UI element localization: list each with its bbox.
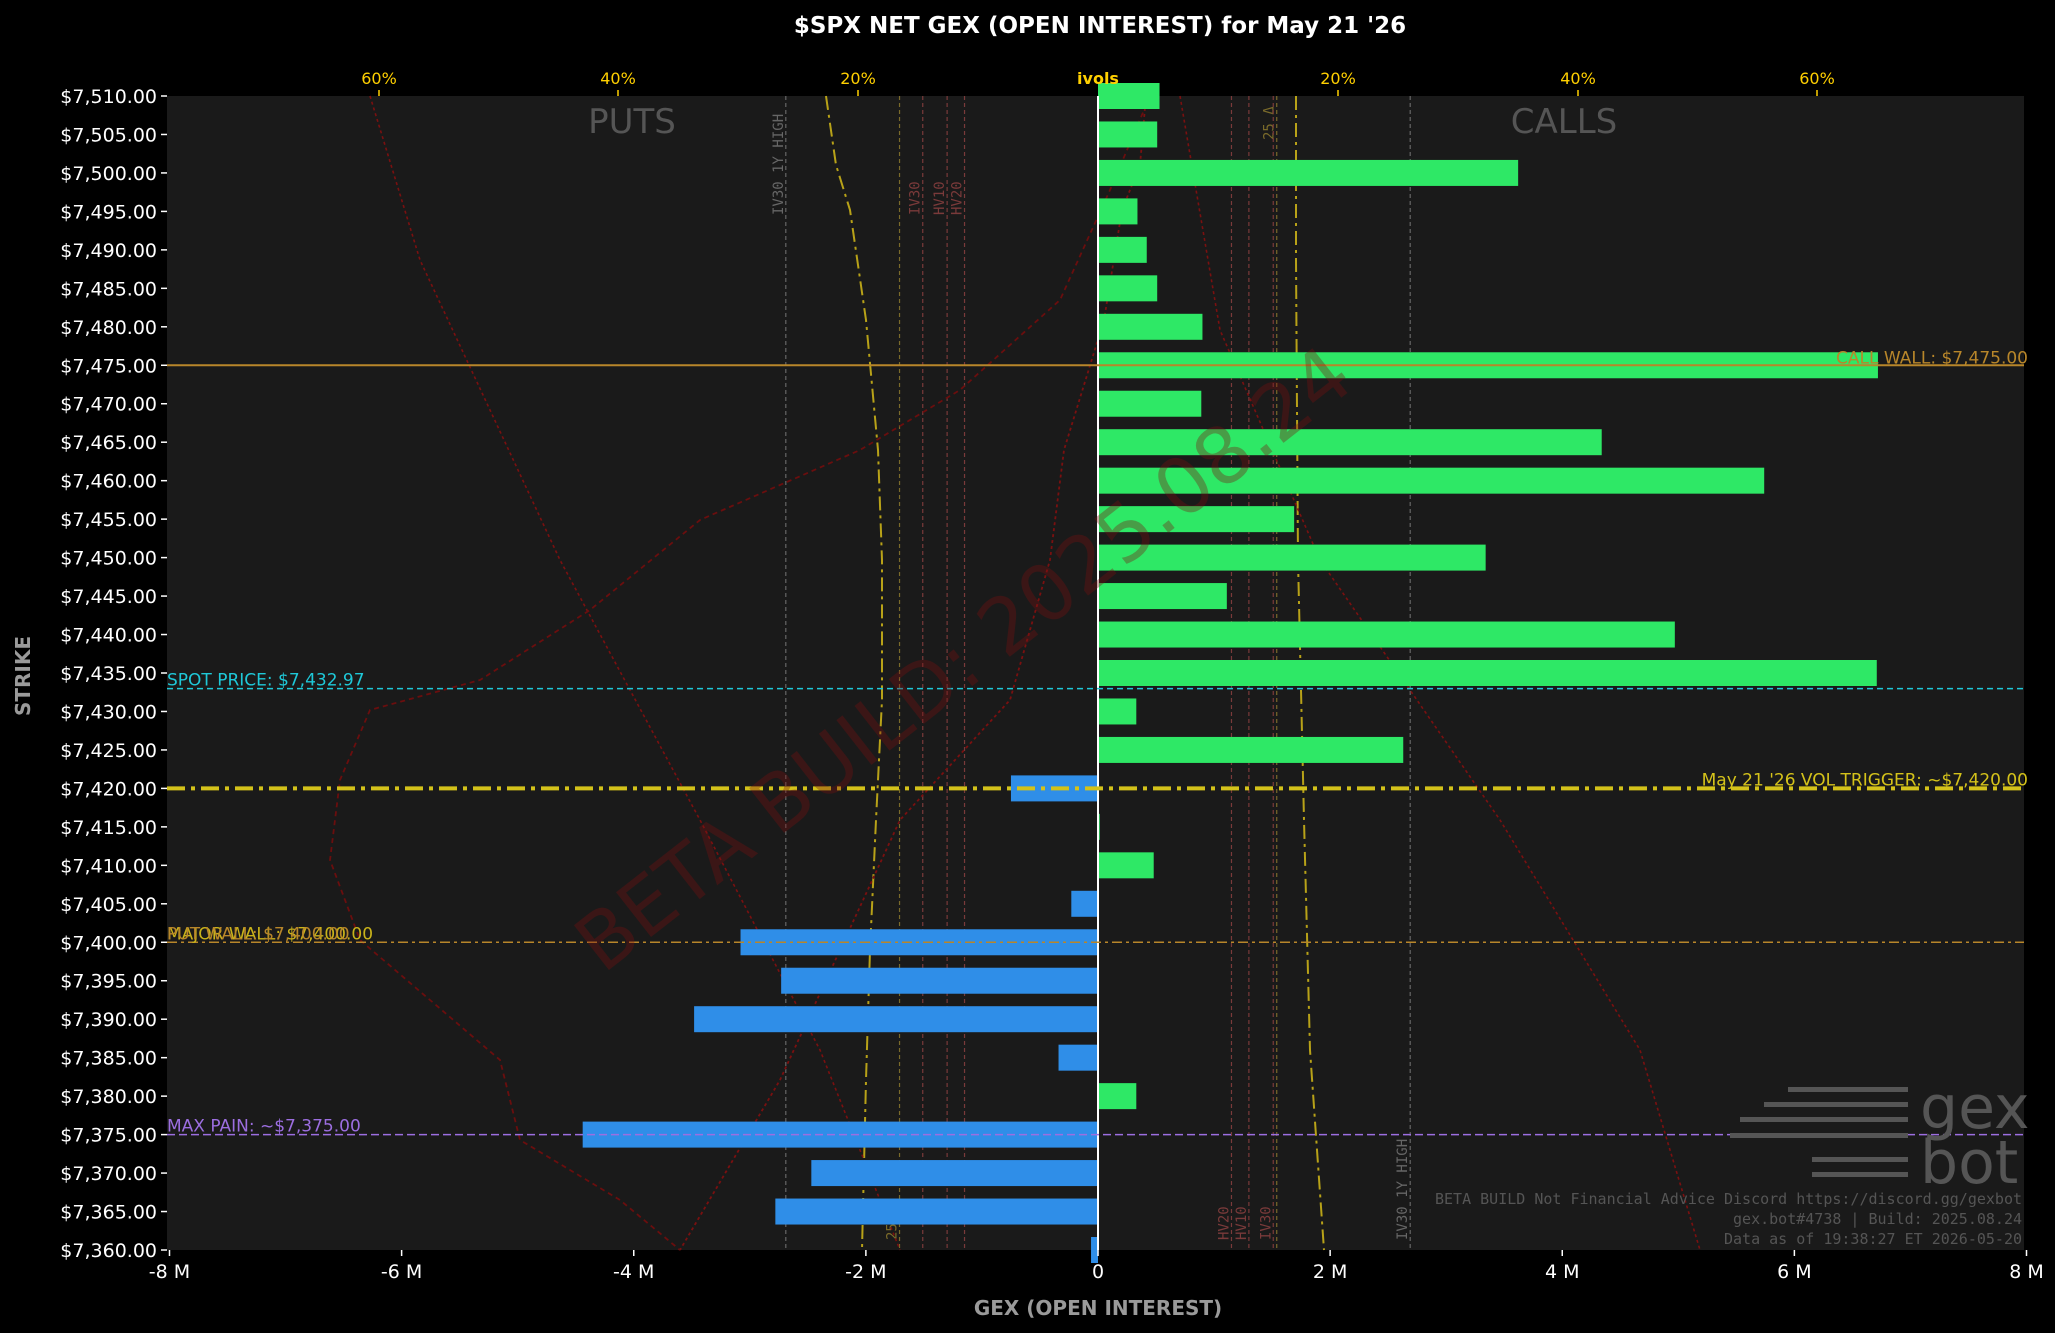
footer-line-1: BETA BUILD Not Financial Advice Discord … xyxy=(1435,1190,2022,1208)
gex-bar xyxy=(694,1006,1098,1033)
x-tick-label: 0 xyxy=(1092,1261,1104,1283)
logo-text-bot: bot xyxy=(1920,1128,2018,1198)
y-tick-label: $7,360.00 xyxy=(60,1240,157,1262)
gex-bar xyxy=(1091,1237,1098,1263)
x-tick-label: 4 M xyxy=(1545,1261,1580,1283)
gex-bar xyxy=(1098,159,1519,186)
y-tick-label: $7,475.00 xyxy=(60,355,157,377)
y-tick-label: $7,365.00 xyxy=(60,1202,157,1224)
y-tick-label: $7,425.00 xyxy=(60,740,157,762)
gex-bar xyxy=(781,967,1098,994)
y-tick-label: $7,405.00 xyxy=(60,894,157,916)
ivol-tick-label: 60% xyxy=(361,69,397,88)
gex-bar xyxy=(775,1198,1098,1225)
vol-trigger-label: May 21 '26 VOL TRIGGER: ~$7,420.00 xyxy=(1702,770,2028,790)
y-tick-label: $7,465.00 xyxy=(60,432,157,454)
x-tick-label: 6 M xyxy=(1777,1261,1812,1283)
iv-marker-label: IV30 xyxy=(1258,1206,1274,1240)
gex-bar xyxy=(1098,736,1404,763)
y-tick-label: $7,395.00 xyxy=(60,971,157,993)
y-tick-label: $7,440.00 xyxy=(60,625,157,647)
call-wall-label: CALL WALL: $7,475.00 xyxy=(1836,348,2028,368)
x-tick-label: 2 M xyxy=(1313,1261,1348,1283)
calls-side-label: CALLS xyxy=(1511,102,1617,142)
gex-bar xyxy=(1098,660,1877,686)
y-tick-label: $7,485.00 xyxy=(60,278,157,300)
iv-marker-label: HV20 xyxy=(950,181,966,215)
iv-marker-label: IV30 1Y HIGH xyxy=(771,114,787,215)
ivol-tick-label: 20% xyxy=(840,69,876,88)
gex-bar xyxy=(1098,698,1137,725)
gex-bar xyxy=(1071,890,1098,917)
gex-bar xyxy=(1098,1083,1137,1110)
ivol-tick-label: 20% xyxy=(1320,69,1356,88)
put-wall-label: PUT WALL: $7,400.00 xyxy=(167,924,350,944)
gex-bar xyxy=(1098,313,1203,340)
gex-chart: $SPX NET GEX (OPEN INTEREST) for May 21 … xyxy=(0,0,2055,1333)
y-tick-label: $7,390.00 xyxy=(60,1009,157,1031)
ivol-tick-label: 40% xyxy=(600,69,636,88)
y-tick-label: $7,400.00 xyxy=(60,932,157,954)
y-tick-label: $7,370.00 xyxy=(60,1163,157,1185)
x-axis-label: GEX (OPEN INTEREST) xyxy=(974,1296,1222,1320)
gex-bar xyxy=(1098,236,1147,263)
y-tick-label: $7,495.00 xyxy=(60,201,157,223)
gex-bar xyxy=(811,1160,1098,1187)
y-axis-label: STRIKE xyxy=(11,636,35,716)
iv-marker-label: 25 Δ xyxy=(1262,106,1278,140)
iv-marker-label: IV30 1Y HIGH xyxy=(1395,1139,1411,1240)
x-tick-label: -6 M xyxy=(381,1261,422,1283)
y-tick-label: $7,445.00 xyxy=(60,586,157,608)
gex-bar xyxy=(1098,121,1158,148)
spot-price-label: SPOT PRICE: $7,432.97 xyxy=(167,671,365,691)
ivol-axis-label: ivols xyxy=(1077,69,1119,88)
y-tick-label: $7,480.00 xyxy=(60,317,157,339)
max-pain-label: MAX PAIN: ~$7,375.00 xyxy=(167,1117,361,1137)
y-tick-label: $7,510.00 xyxy=(60,86,157,108)
y-tick-label: $7,375.00 xyxy=(60,1125,157,1147)
y-tick-label: $7,470.00 xyxy=(60,394,157,416)
y-tick-label: $7,500.00 xyxy=(60,163,157,185)
ivol-tick-label: 40% xyxy=(1560,69,1596,88)
y-tick-label: $7,455.00 xyxy=(60,509,157,531)
y-tick-label: $7,415.00 xyxy=(60,817,157,839)
iv-marker-label: HV10 xyxy=(1234,1206,1250,1240)
y-tick-label: $7,505.00 xyxy=(60,124,157,146)
gex-bar xyxy=(1098,852,1154,879)
iv-marker-label: IV30 xyxy=(908,181,924,215)
ivol-tick-label: 60% xyxy=(1799,69,1835,88)
gex-bar xyxy=(1098,621,1675,648)
puts-side-label: PUTS xyxy=(588,102,676,142)
y-tick-label: $7,435.00 xyxy=(60,663,157,685)
x-tick-label: -8 M xyxy=(149,1261,190,1283)
y-tick-label: $7,385.00 xyxy=(60,1048,157,1070)
y-tick-label: $7,450.00 xyxy=(60,548,157,570)
footer-line-3: Data as of 19:38:27 ET 2026-05-20 xyxy=(1724,1230,2022,1248)
gex-bar xyxy=(1098,275,1158,302)
chart-title: $SPX NET GEX (OPEN INTEREST) for May 21 … xyxy=(794,13,1406,39)
footer-line-2: gex.bot#4738 | Build: 2025.08.24 xyxy=(1733,1210,2022,1228)
x-tick-label: -4 M xyxy=(613,1261,654,1283)
x-tick-label: 8 M xyxy=(2009,1261,2044,1283)
y-tick-label: $7,490.00 xyxy=(60,240,157,262)
gex-bar xyxy=(1098,198,1138,225)
gex-bar xyxy=(1098,390,1202,417)
y-tick-label: $7,420.00 xyxy=(60,778,157,800)
y-tick-label: $7,380.00 xyxy=(60,1086,157,1108)
gex-bar xyxy=(1058,1044,1098,1071)
x-tick-label: -2 M xyxy=(845,1261,886,1283)
y-tick-label: $7,410.00 xyxy=(60,855,157,877)
y-tick-label: $7,460.00 xyxy=(60,471,157,493)
y-tick-label: $7,430.00 xyxy=(60,701,157,723)
iv-marker-label: HV20 xyxy=(1216,1206,1232,1240)
iv-marker-label: HV10 xyxy=(932,181,948,215)
